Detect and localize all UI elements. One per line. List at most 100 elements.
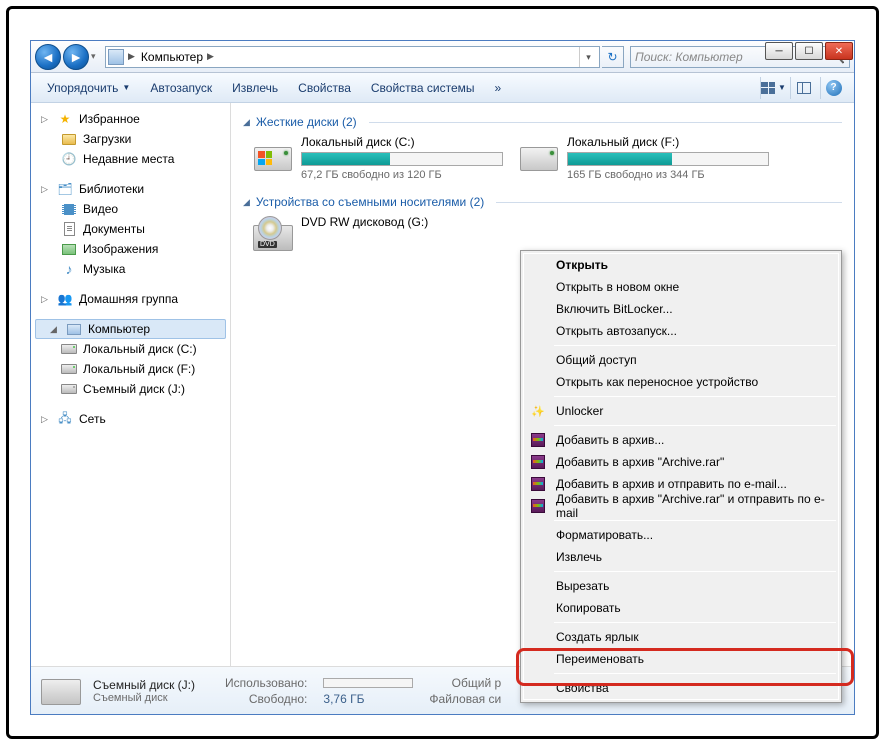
drive-name: Локальный диск (C:) — [301, 135, 503, 149]
minimize-button[interactable]: ─ — [765, 42, 793, 60]
rar-icon — [530, 498, 546, 514]
drive-icon — [61, 341, 77, 357]
autoplay-button[interactable]: Автозапуск — [142, 77, 220, 99]
capacity-bar — [567, 152, 769, 166]
ctx-bitlocker[interactable]: Включить BitLocker... — [524, 298, 838, 320]
total-label: Общий р — [429, 676, 501, 690]
hdd-icon — [519, 135, 559, 171]
drive-name: Локальный диск (F:) — [567, 135, 769, 149]
back-button[interactable]: ◄ — [35, 44, 61, 70]
organize-button[interactable]: Упорядочить▼ — [39, 77, 138, 99]
drive-c[interactable]: Локальный диск (C:) 67,2 ГБ свободно из … — [253, 135, 503, 181]
ctx-share[interactable]: Общий доступ — [524, 349, 838, 371]
used-label: Использовано: — [225, 676, 307, 690]
image-icon — [61, 241, 77, 257]
ctx-rename[interactable]: Переименовать — [524, 648, 838, 670]
maximize-button[interactable]: ☐ — [795, 42, 823, 60]
network-icon: 🖧 — [57, 411, 73, 427]
search-placeholder: Поиск: Компьютер — [635, 50, 743, 64]
group-hard-disks[interactable]: ◢ Жесткие диски (2) — [243, 115, 842, 129]
sidebar-drive-c[interactable]: Локальный диск (C:) — [31, 339, 230, 359]
drive-icon — [61, 361, 77, 377]
chevron-right-icon: ▶ — [207, 51, 214, 62]
ctx-create-shortcut[interactable]: Создать ярлык — [524, 626, 838, 648]
ctx-open-new-window[interactable]: Открыть в новом окне — [524, 276, 838, 298]
drive-icon — [61, 381, 77, 397]
fs-label: Файловая си — [429, 692, 501, 706]
rar-icon — [530, 432, 546, 448]
ctx-portable[interactable]: Открыть как переносное устройство — [524, 371, 838, 393]
sidebar-homegroup[interactable]: ▷👥Домашняя группа — [31, 289, 230, 309]
status-subtitle: Съемный диск — [93, 692, 195, 704]
computer-icon — [108, 49, 124, 65]
drive-g-dvd[interactable]: DVD DVD RW дисковод (G:) — [253, 215, 503, 251]
homegroup-icon: 👥 — [57, 291, 73, 307]
sidebar-images[interactable]: Изображения — [31, 239, 230, 259]
sidebar-drive-j[interactable]: Съемный диск (J:) — [31, 379, 230, 399]
help-icon: ? — [826, 80, 842, 96]
ctx-add-archive[interactable]: Добавить в архив... — [524, 429, 838, 451]
rar-icon — [530, 454, 546, 470]
music-icon: ♪ — [61, 261, 77, 277]
recent-icon: 🕘 — [61, 151, 77, 167]
drive-status: 165 ГБ свободно из 344 ГБ — [567, 169, 769, 181]
sidebar-recent[interactable]: 🕘Недавние места — [31, 149, 230, 169]
folder-icon — [61, 131, 77, 147]
ctx-eject[interactable]: Извлечь — [524, 546, 838, 568]
forward-button[interactable]: ► — [63, 44, 89, 70]
ctx-properties[interactable]: Свойства — [524, 677, 838, 699]
video-icon — [61, 201, 77, 217]
crumb-root-arrow[interactable]: ▶ — [128, 51, 135, 62]
close-button[interactable]: ✕ — [825, 42, 853, 60]
document-icon — [61, 221, 77, 237]
address-dropdown[interactable]: ▾ — [579, 47, 597, 67]
sidebar-video[interactable]: Видео — [31, 199, 230, 219]
help-button[interactable]: ? — [820, 77, 846, 99]
navigation-bar: ◄ ► ▾ ▶ Компьютер ▶ ▾ ↻ Поиск: Компьютер… — [31, 41, 854, 73]
collapse-icon: ◢ — [243, 197, 250, 208]
sidebar-network[interactable]: ▷🖧Сеть — [31, 409, 230, 429]
free-label: Свободно: — [225, 692, 307, 706]
collapse-icon: ◢ — [243, 117, 250, 128]
ctx-archive-rar-email[interactable]: Добавить в архив "Archive.rar" и отправи… — [524, 495, 838, 517]
dvd-icon: DVD — [253, 215, 293, 251]
sidebar-computer[interactable]: ◢Компьютер — [35, 319, 226, 339]
ctx-unlocker[interactable]: ✨Unlocker — [524, 400, 838, 422]
ctx-autoplay[interactable]: Открыть автозапуск... — [524, 320, 838, 342]
context-menu: Открыть Открыть в новом окне Включить Bi… — [520, 250, 842, 703]
navigation-pane: ▷★Избранное Загрузки 🕘Недавние места ▷🗂Б… — [31, 103, 231, 666]
group-removable[interactable]: ◢ Устройства со съемными носителями (2) — [243, 195, 842, 209]
libraries-icon: 🗂 — [57, 181, 73, 197]
address-bar[interactable]: ▶ Компьютер ▶ ▾ — [105, 46, 600, 68]
preview-pane-button[interactable] — [790, 77, 816, 99]
hdd-icon — [253, 135, 293, 171]
ctx-open[interactable]: Открыть — [524, 254, 838, 276]
history-dropdown[interactable]: ▾ — [91, 51, 101, 62]
sidebar-documents[interactable]: Документы — [31, 219, 230, 239]
capacity-bar — [301, 152, 503, 166]
sidebar-favorites[interactable]: ▷★Избранное — [31, 109, 230, 129]
system-properties-button[interactable]: Свойства системы — [363, 77, 483, 99]
ctx-add-archive-rar[interactable]: Добавить в архив "Archive.rar" — [524, 451, 838, 473]
breadcrumb-computer[interactable]: Компьютер ▶ — [135, 47, 220, 67]
properties-button[interactable]: Свойства — [290, 77, 359, 99]
sidebar-libraries[interactable]: ▷🗂Библиотеки — [31, 179, 230, 199]
drive-name: DVD RW дисковод (G:) — [301, 215, 503, 229]
sidebar-downloads[interactable]: Загрузки — [31, 129, 230, 149]
eject-button[interactable]: Извлечь — [224, 77, 286, 99]
ctx-copy[interactable]: Копировать — [524, 597, 838, 619]
status-title: Съемный диск (J:) — [93, 678, 195, 692]
ctx-format[interactable]: Форматировать... — [524, 524, 838, 546]
breadcrumb-label: Компьютер — [141, 50, 203, 64]
free-value: 3,76 ГБ — [323, 692, 413, 706]
rar-icon — [530, 476, 546, 492]
sidebar-music[interactable]: ♪Музыка — [31, 259, 230, 279]
star-icon: ★ — [57, 111, 73, 127]
sidebar-drive-f[interactable]: Локальный диск (F:) — [31, 359, 230, 379]
refresh-button[interactable]: ↻ — [602, 46, 624, 68]
more-commands-button[interactable]: » — [487, 77, 510, 99]
computer-icon — [66, 321, 82, 337]
drive-f[interactable]: Локальный диск (F:) 165 ГБ свободно из 3… — [519, 135, 769, 181]
ctx-cut[interactable]: Вырезать — [524, 575, 838, 597]
view-options-button[interactable]: ▼ — [760, 77, 786, 99]
